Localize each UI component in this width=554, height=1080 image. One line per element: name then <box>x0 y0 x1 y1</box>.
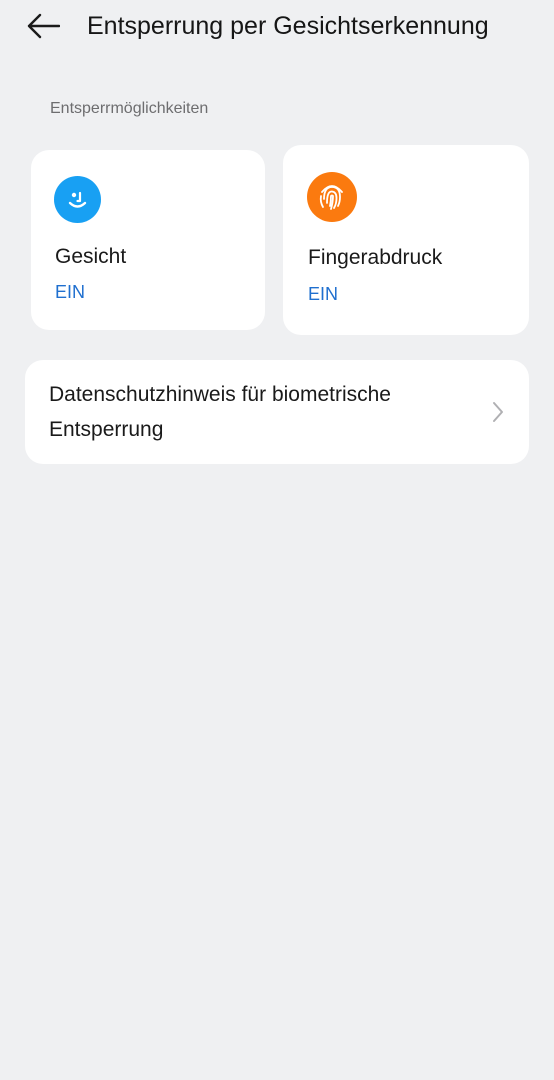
privacy-notice-item[interactable]: Datenschutzhinweis für biometrische Ents… <box>25 360 529 464</box>
fingerprint-icon <box>307 172 357 222</box>
privacy-notice-label: Datenschutzhinweis für biometrische Ents… <box>49 383 391 441</box>
section-label: Entsperrmöglichkeiten <box>50 100 209 117</box>
fingerprint-card[interactable]: Fingerabdruck EIN <box>283 145 529 335</box>
top-app-bar: Entsperrung per Gesichtserkennung <box>0 0 554 52</box>
back-button[interactable] <box>22 6 64 46</box>
status-fingerprint: EIN <box>308 284 339 304</box>
face-unlock-card[interactable]: Gesicht EIN <box>31 150 265 330</box>
face-icon <box>54 176 101 223</box>
status-face: EIN <box>55 282 86 302</box>
chevron-right-icon <box>493 402 503 422</box>
page-title: Entsperrung per Gesichtserkennung <box>87 12 489 40</box>
arrow-left-icon <box>27 13 60 39</box>
card-title-fingerprint: Fingerabdruck <box>308 246 443 269</box>
card-title-face: Gesicht <box>55 245 127 268</box>
